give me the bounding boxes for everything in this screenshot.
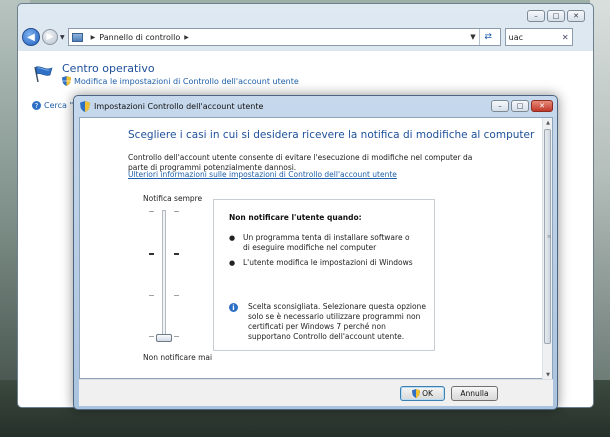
slider-label-top: Notifica sempre [143, 194, 203, 203]
uac-shield-icon [80, 100, 90, 112]
list-item: ● Un programma tenta di installare softw… [229, 233, 410, 252]
slider-tick [174, 336, 179, 337]
list-item: ● L'utente modifica le impostazioni di W… [229, 258, 413, 267]
notification-slider-thumb[interactable] [156, 334, 172, 342]
slider-label-bottom: Non notificare mai [143, 353, 213, 362]
uac-shield-icon [412, 389, 421, 398]
info-title: Non notificare l'utente quando: [229, 213, 362, 222]
uac-settings-dialog: Impostazioni Controllo dell'account uten… [73, 95, 558, 410]
slider-tick [174, 295, 179, 296]
uac-settings-link[interactable]: Modifica le impostazioni di Controllo de… [62, 76, 299, 86]
address-input[interactable]: ▶ Pannello di controllo ▶ ▼ ⇄ [67, 28, 501, 46]
back-arrow-icon[interactable]: ◀ [22, 28, 40, 46]
uac-settings-link-label: Modifica le impostazioni di Controllo de… [74, 76, 299, 86]
warning-note: i Scelta sconsigliata. Selezionare quest… [229, 302, 428, 342]
dialog-close-button[interactable]: ✕ [531, 100, 553, 112]
maximize-button[interactable]: □ [547, 10, 565, 22]
uac-shield-icon [62, 76, 71, 86]
refresh-icon[interactable]: ⇄ [478, 29, 497, 45]
window-controls: – □ ✕ [527, 10, 585, 22]
cancel-button[interactable]: Annulla [451, 386, 498, 401]
clear-search-icon[interactable]: ✕ [562, 33, 569, 42]
info-icon: i [229, 303, 238, 312]
bullet-icon: ● [229, 234, 236, 242]
slider-tick [149, 211, 154, 212]
dialog-title: Impostazioni Controllo dell'account uten… [94, 101, 264, 111]
dialog-body: Scegliere i casi in cui si desidera rice… [79, 117, 553, 380]
vertical-scrollbar[interactable]: ▲ ≡ ▼ [542, 118, 552, 380]
breadcrumb-arrow-icon[interactable]: ▶ [184, 34, 189, 41]
minimize-button[interactable]: – [527, 10, 545, 22]
more-info-link[interactable]: Ulteriori informazioni sulle impostazion… [128, 170, 397, 179]
slider-tick [149, 253, 154, 255]
close-button[interactable]: ✕ [567, 10, 585, 22]
search-value: uac [508, 32, 523, 42]
page-title[interactable]: Centro operativo [62, 62, 155, 75]
search-input[interactable]: uac ✕ [504, 28, 573, 46]
breadcrumb-item[interactable]: Pannello di controllo [99, 33, 180, 42]
address-bar: ◀ ▶ ▼ ▶ Pannello di controllo ▶ ▼ ⇄ uac … [22, 26, 590, 48]
notification-slider-track[interactable] [162, 210, 166, 342]
setting-info-box: Non notificare l'utente quando: ● Un pro… [213, 199, 435, 351]
action-center-flag-icon [34, 66, 53, 83]
history-dropdown-icon[interactable]: ▼ [60, 34, 65, 41]
help-icon: ? [32, 101, 41, 110]
ok-button[interactable]: OK [400, 386, 445, 401]
help-search-link[interactable]: ? Cerca "u [32, 101, 78, 110]
slider-tick [174, 253, 179, 255]
slider-tick [149, 295, 154, 296]
dialog-heading: Scegliere i casi in cui si desidera rice… [128, 129, 535, 141]
forward-arrow-icon[interactable]: ▶ [42, 29, 58, 45]
grip-icon: ≡ [547, 234, 552, 240]
breadcrumb-arrow-icon[interactable]: ▶ [91, 34, 96, 41]
address-dropdown-icon[interactable]: ▼ [470, 33, 475, 41]
ok-button-label: OK [422, 389, 433, 398]
slider-tick [149, 336, 154, 337]
dialog-window-controls: – □ ✕ [491, 100, 553, 112]
dialog-minimize-button[interactable]: – [491, 100, 509, 112]
scrollbar-thumb[interactable]: ≡ [544, 129, 551, 344]
bullet-icon: ● [229, 259, 236, 267]
slider-tick [174, 211, 179, 212]
dialog-titlebar[interactable]: Impostazioni Controllo dell'account uten… [74, 96, 557, 116]
dialog-maximize-button[interactable]: □ [511, 100, 529, 112]
control-panel-icon [71, 32, 83, 42]
dialog-footer: OK Annulla [79, 379, 553, 406]
scroll-up-icon[interactable]: ▲ [543, 118, 553, 128]
